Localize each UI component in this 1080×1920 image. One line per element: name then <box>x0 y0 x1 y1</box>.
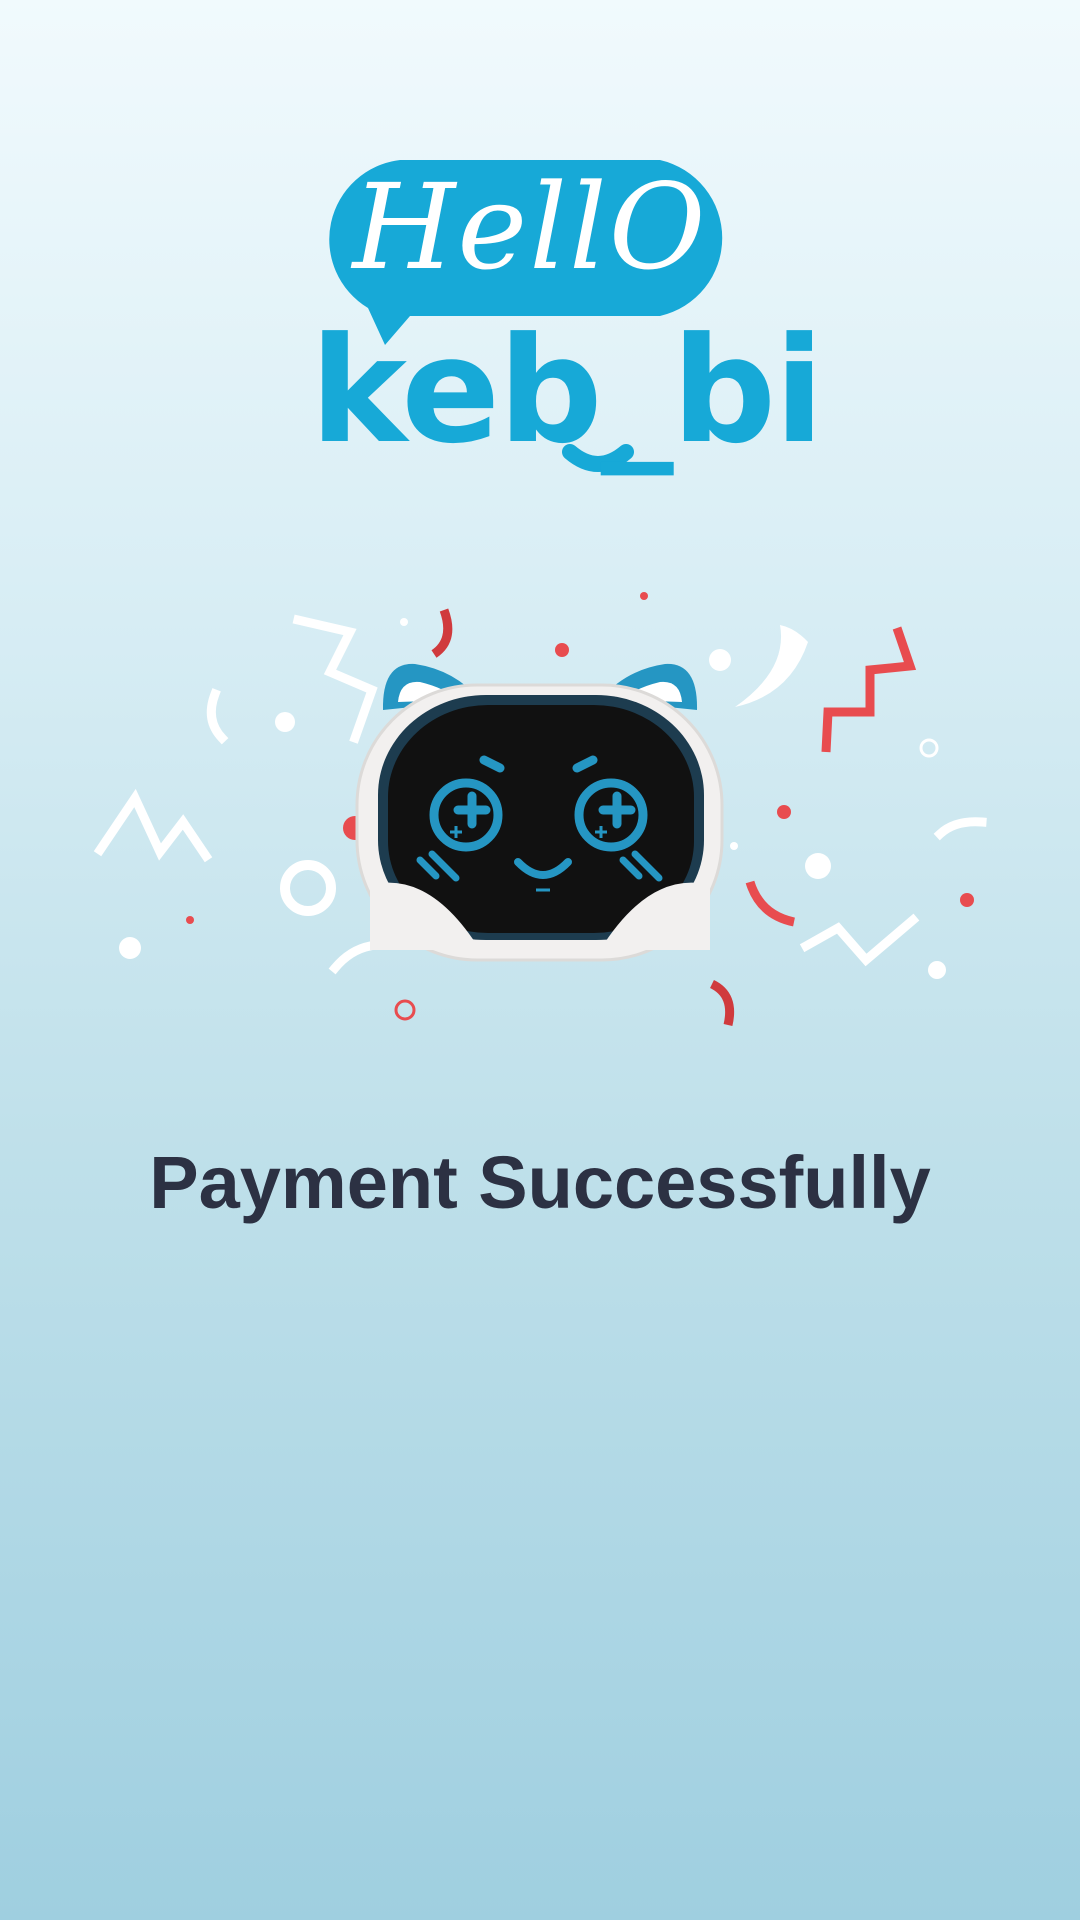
payment-success-title: Payment Successfully <box>149 1141 931 1224</box>
greeting-text: HellO <box>352 158 708 296</box>
robot-cat-mascot-icon <box>355 663 724 962</box>
app-logo: HellO keb_bi <box>0 0 1080 520</box>
success-illustration <box>0 570 1080 1050</box>
brand-name: keb_bi <box>310 306 824 476</box>
